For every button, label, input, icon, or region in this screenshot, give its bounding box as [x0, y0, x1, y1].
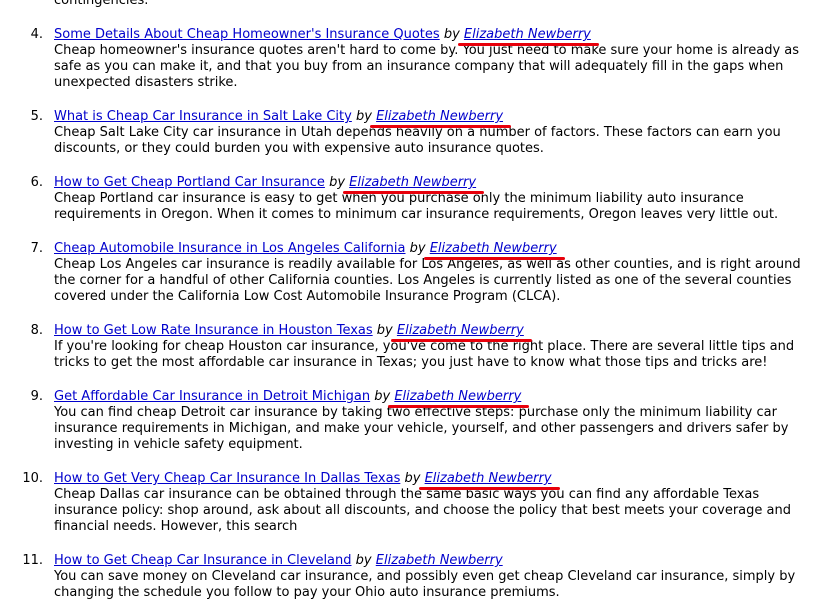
item-heading: Get Affordable Car Insurance in Detroit …	[54, 389, 814, 408]
item-description: You can save money on Cleveland car insu…	[54, 569, 796, 600]
item-number: 4.	[30, 27, 43, 42]
byline-label: by	[409, 241, 426, 256]
article-title-link[interactable]: Get Affordable Car Insurance in Detroit …	[54, 389, 370, 404]
article-title-link[interactable]: Some Details About Cheap Homeowner's Ins…	[54, 27, 440, 42]
article-title-link[interactable]: How to Get Cheap Car Insurance in Clevel…	[54, 553, 352, 568]
byline-label: by	[355, 109, 372, 124]
item-heading: How to Get Cheap Portland Car Insurance …	[54, 175, 814, 194]
byline-label: by	[355, 553, 372, 568]
item-description: If you're looking for cheap Houston car …	[54, 339, 795, 370]
article-title-link[interactable]: How to Get Low Rate Insurance in Houston…	[54, 323, 373, 338]
author-name: Elizabeth Newberry	[376, 109, 504, 124]
author-name: Elizabeth Newberry	[375, 553, 503, 568]
item-description: Cheap homeowner's insurance quotes aren'…	[54, 43, 800, 90]
list-item: 5. What is Cheap Car Insurance in Salt La…	[31, 109, 814, 157]
article-title-link[interactable]: How to Get Very Cheap Car Insurance In D…	[54, 471, 400, 486]
item-number: 5.	[30, 109, 43, 124]
item-heading: Cheap Automobile Insurance in Los Angele…	[54, 241, 814, 260]
author-link[interactable]: Elizabeth Newberry	[370, 109, 512, 128]
red-underline-annotation	[390, 339, 532, 342]
list-item: 9. Get Affordable Car Insurance in Detroi…	[31, 389, 814, 453]
article-title-link[interactable]: How to Get Cheap Portland Car Insurance	[54, 175, 325, 190]
article-title-link[interactable]: Cheap Automobile Insurance in Los Angele…	[54, 241, 405, 256]
author-link[interactable]: Elizabeth Newberry	[423, 241, 565, 260]
previous-item-description: contingencies.	[54, 0, 149, 8]
item-description: Cheap Portland car insurance is easy to …	[54, 191, 779, 222]
author-name: Elizabeth Newberry	[429, 241, 557, 256]
list-item: 6. How to Get Cheap Portland Car Insuranc…	[31, 175, 814, 223]
item-number: 8.	[30, 323, 43, 338]
red-underline-annotation	[343, 191, 485, 194]
byline-label: by	[404, 471, 421, 486]
author-link[interactable]: Elizabeth Newberry	[390, 323, 532, 342]
red-underline-annotation	[457, 43, 599, 46]
author-link[interactable]: Elizabeth Newberry	[457, 27, 599, 46]
author-name: Elizabeth Newberry	[396, 323, 524, 338]
byline-label: by	[443, 27, 460, 42]
item-number: 10.	[22, 471, 43, 486]
list-item: 7. Cheap Automobile Insurance in Los Ange…	[31, 241, 814, 305]
list-item: 11. How to Get Cheap Car Insurance in Cle…	[22, 553, 814, 601]
item-heading: Some Details About Cheap Homeowner's Ins…	[54, 27, 814, 46]
item-heading: How to Get Cheap Car Insurance in Clevel…	[54, 553, 814, 569]
item-description: Cheap Los Angeles car insurance is readi…	[54, 257, 801, 304]
item-description: Cheap Salt Lake City car insurance in Ut…	[54, 125, 781, 156]
author-link[interactable]: Elizabeth Newberry	[343, 175, 485, 194]
red-underline-annotation	[418, 487, 560, 490]
author-name: Elizabeth Newberry	[463, 27, 591, 42]
list-item: 8. How to Get Low Rate Insurance in Houst…	[31, 323, 814, 371]
byline-label: by	[376, 323, 393, 338]
red-underline-annotation	[370, 125, 512, 128]
author-link[interactable]: Elizabeth Newberry	[418, 471, 560, 490]
author-link[interactable]: Elizabeth Newberry	[388, 389, 530, 408]
item-description: You can find cheap Detroit car insurance…	[54, 405, 789, 452]
red-underline-annotation	[388, 405, 530, 408]
list-item: 4. Some Details About Cheap Homeowner's I…	[31, 27, 814, 91]
author-link[interactable]: Elizabeth Newberry	[376, 553, 503, 568]
item-number: 6.	[30, 175, 43, 190]
author-name: Elizabeth Newberry	[349, 175, 477, 190]
item-heading: What is Cheap Car Insurance in Salt Lake…	[54, 109, 814, 128]
article-title-link[interactable]: What is Cheap Car Insurance in Salt Lake…	[54, 109, 352, 124]
author-name: Elizabeth Newberry	[424, 471, 552, 486]
item-description: Cheap Dallas car insurance can be obtain…	[54, 487, 791, 534]
item-number: 11.	[22, 553, 43, 568]
list-item: 10. How to Get Very Cheap Car Insurance I…	[22, 471, 814, 535]
item-heading: How to Get Low Rate Insurance in Houston…	[54, 323, 814, 342]
byline-label: by	[374, 389, 391, 404]
article-list: contingencies. 4. Some Details About Chea…	[0, 0, 825, 601]
author-name: Elizabeth Newberry	[394, 389, 522, 404]
byline-label: by	[329, 175, 346, 190]
item-heading: How to Get Very Cheap Car Insurance In D…	[54, 471, 814, 490]
red-underline-annotation	[423, 257, 565, 260]
item-number: 7.	[30, 241, 43, 256]
item-number: 9.	[30, 389, 43, 404]
